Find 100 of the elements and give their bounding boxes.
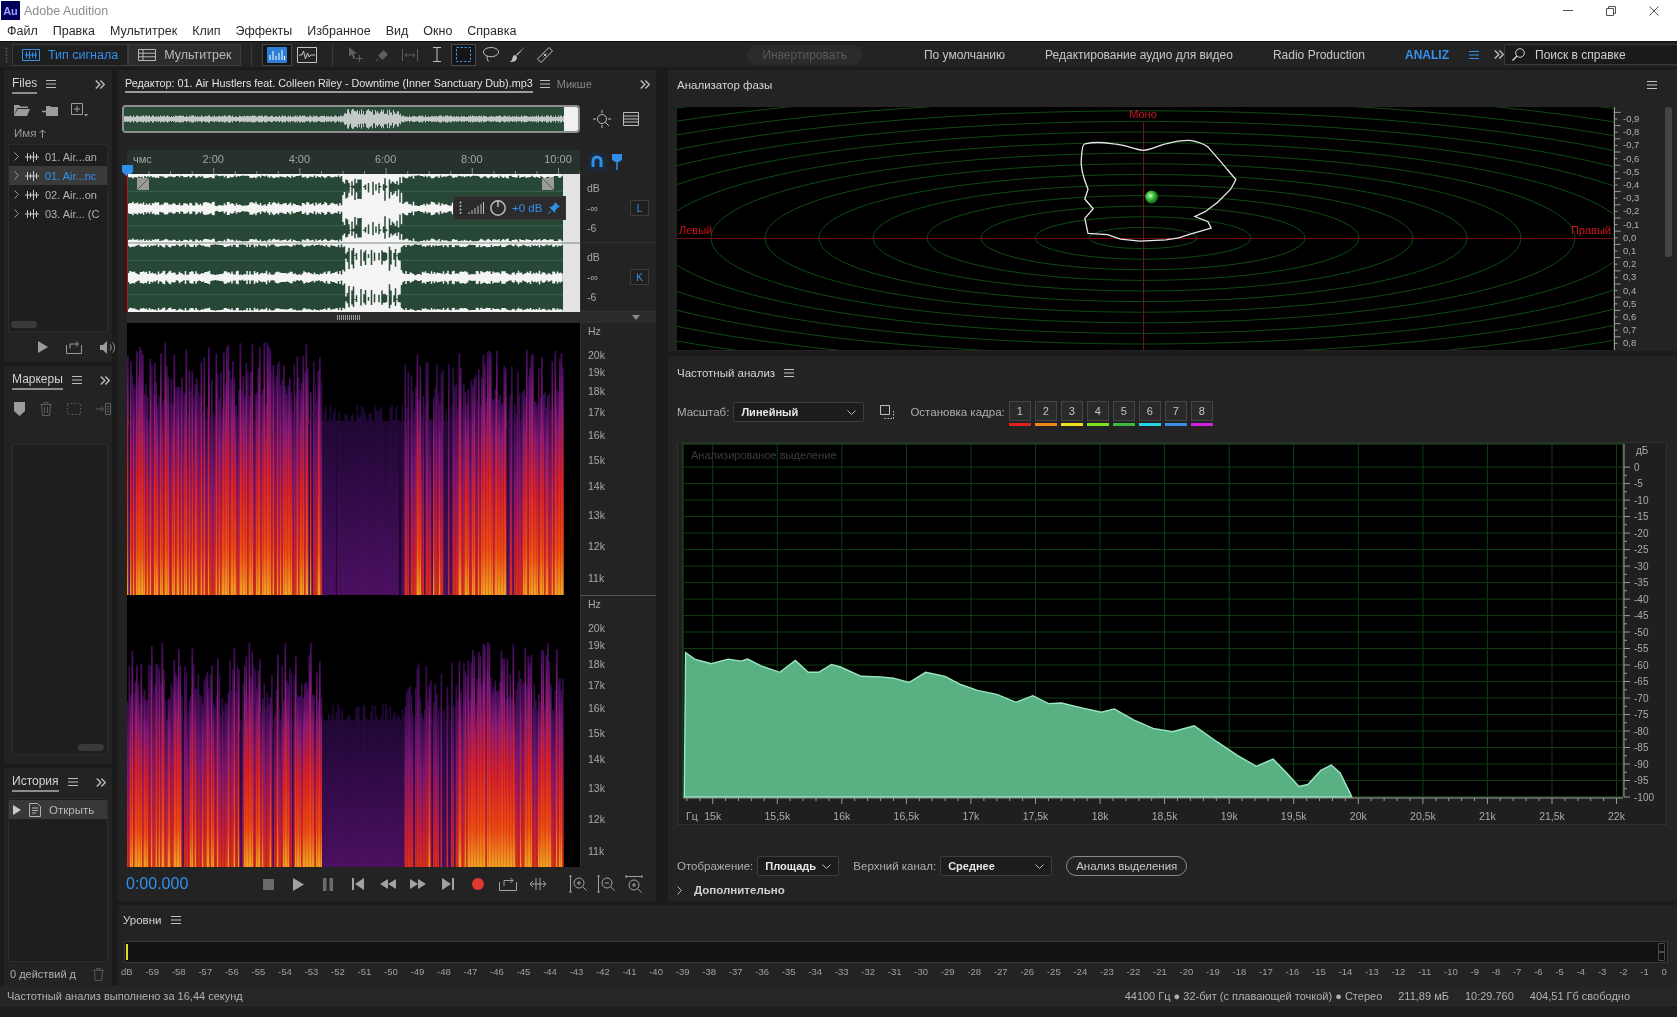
file-item[interactable]: 03. Air... (C — [9, 204, 107, 223]
caret-down-icon[interactable] — [632, 315, 640, 320]
workspace-tab[interactable]: Редактирование аудио для видео — [1025, 43, 1253, 66]
column-header[interactable]: Имя — [14, 127, 37, 139]
menu-item[interactable]: Правка — [52, 24, 95, 38]
file-item[interactable]: 02. Air...on — [9, 185, 107, 204]
freeze-frame-button[interactable]: 3 — [1060, 401, 1083, 421]
arrow-into-list-icon[interactable] — [96, 403, 111, 415]
channel-button[interactable]: L — [630, 200, 649, 216]
display-dropdown[interactable]: Площадь — [757, 856, 840, 876]
playhead-icon[interactable] — [122, 165, 133, 177]
editor-tab[interactable]: Редактор: 01. Air Hustlers feat. Colleen Riley - Downtime (Inner Sanctuary Dub).mp3 — [125, 75, 533, 93]
rewind-icon[interactable] — [380, 879, 396, 889]
scale-label: -0,8 — [1623, 126, 1640, 139]
pause-icon[interactable] — [323, 877, 333, 891]
file-item[interactable]: 01. Air...nc — [9, 166, 107, 185]
menu-icon[interactable] — [71, 376, 82, 384]
tool-button[interactable] — [451, 43, 477, 66]
magnifier-crosshair-icon[interactable] — [593, 110, 611, 128]
double-chevron-icon[interactable] — [95, 79, 105, 89]
pin-icon[interactable] — [548, 202, 561, 214]
skip-selection-icon[interactable] — [529, 877, 547, 891]
zoom-fit-icon[interactable] — [625, 875, 643, 893]
menu-item[interactable]: Эффекты — [235, 24, 293, 38]
advanced-toggle[interactable]: Дополнительно — [668, 881, 785, 899]
menu-icon[interactable] — [1469, 50, 1479, 59]
zoom-out-icon[interactable] — [597, 875, 615, 893]
double-chevron-icon[interactable] — [99, 375, 110, 385]
mode-tab[interactable]: Мультитрек — [128, 43, 242, 66]
file-item[interactable]: 01. Air...an — [9, 147, 107, 166]
double-chevron-icon[interactable] — [1494, 50, 1504, 59]
menu-icon[interactable] — [46, 80, 57, 88]
menu-item[interactable]: Вид — [385, 24, 409, 38]
overlapping-squares-icon[interactable] — [880, 405, 895, 419]
freeze-frame-button[interactable]: 1 — [1008, 401, 1031, 421]
magnet-icon[interactable] — [588, 153, 606, 171]
stop-icon[interactable] — [262, 878, 274, 890]
panel-tab[interactable]: Микше — [556, 78, 592, 90]
menu-item[interactable]: Справка — [467, 24, 517, 38]
folder-arrow-icon[interactable] — [42, 103, 59, 117]
fade-handle-icon[interactable] — [137, 178, 149, 190]
dial-icon[interactable] — [490, 200, 506, 216]
double-chevron-icon[interactable] — [95, 777, 106, 787]
panel-tab[interactable]: Маркеры — [12, 370, 63, 390]
scale-dropdown[interactable]: Линейный — [733, 402, 865, 422]
skip-to-start-icon[interactable] — [352, 878, 364, 890]
folder-open-icon[interactable] — [14, 104, 30, 116]
menu-item[interactable]: Избранное — [307, 24, 371, 38]
menu-item[interactable]: Файл — [7, 24, 38, 38]
menu-item[interactable]: Окно — [423, 24, 453, 38]
workspace-tab[interactable]: ANALIZ — [1385, 43, 1469, 66]
panel-tab[interactable]: История — [12, 772, 59, 792]
freeze-frame-button[interactable]: 4 — [1086, 401, 1109, 421]
freeze-frame-button[interactable]: 8 — [1190, 401, 1213, 421]
workspace-tab[interactable]: По умолчанию — [903, 43, 1026, 66]
menu-item[interactable]: Мультитрек — [109, 24, 178, 38]
close-icon[interactable] — [1649, 5, 1659, 16]
list-icon[interactable] — [623, 112, 639, 126]
play-icon[interactable] — [38, 341, 48, 353]
scrollbar-thumb[interactable] — [78, 744, 104, 751]
fade-handle-icon[interactable] — [542, 178, 554, 190]
workspace-tab[interactable]: Radio Production — [1252, 43, 1385, 66]
dotted-box-icon[interactable] — [67, 403, 81, 415]
time-ruler[interactable]: чмс 2:00 4:00 6:00 8:00 10:00 — [127, 150, 580, 174]
panel-tab[interactable]: Files — [12, 74, 38, 94]
tray-arrow-icon[interactable] — [499, 877, 517, 891]
menu-icon[interactable] — [784, 369, 795, 377]
search-field[interactable]: Поиск в справке — [1504, 44, 1677, 65]
menu-icon[interactable] — [539, 80, 550, 88]
mode-tab[interactable]: Тип сигнала — [12, 43, 129, 66]
trash-icon[interactable] — [40, 402, 52, 416]
record-icon[interactable] — [472, 878, 484, 890]
zoom-in-icon[interactable] — [569, 875, 587, 893]
history-item[interactable]: Открыть — [9, 800, 107, 819]
double-chevron-icon[interactable] — [640, 79, 650, 89]
play-icon[interactable] — [292, 877, 304, 891]
freeze-frame-button[interactable]: 6 — [1138, 401, 1161, 421]
marker-icon[interactable] — [14, 402, 25, 416]
scrollbar-thumb[interactable] — [1665, 107, 1672, 257]
view-button[interactable] — [262, 43, 293, 66]
gain-hud[interactable]: +0 dB — [453, 196, 567, 220]
skip-to-end-icon[interactable] — [442, 878, 454, 890]
marker-pin-icon[interactable] — [612, 154, 622, 170]
channel-button[interactable]: K — [630, 269, 649, 285]
scrollbar-thumb[interactable] — [11, 321, 37, 328]
freeze-frame-button[interactable]: 5 — [1112, 401, 1135, 421]
scale-label: -32 — [861, 966, 876, 977]
menu-item[interactable]: Клип — [192, 24, 221, 38]
freeze-frame-button[interactable]: 2 — [1034, 401, 1057, 421]
scale-label: 11k — [588, 844, 605, 859]
plus-box-icon[interactable] — [71, 103, 88, 117]
restore-icon[interactable] — [1606, 5, 1616, 16]
menu-icon[interactable] — [67, 778, 78, 786]
menu-icon[interactable] — [1647, 81, 1657, 89]
freeze-frame-button[interactable]: 7 — [1164, 401, 1187, 421]
tray-arrow-icon[interactable] — [66, 340, 82, 354]
fast-forward-icon[interactable] — [410, 879, 426, 889]
speaker-icon[interactable] — [100, 340, 116, 354]
channel-dropdown[interactable]: Среднее — [940, 856, 1053, 876]
menu-icon[interactable] — [171, 916, 182, 924]
